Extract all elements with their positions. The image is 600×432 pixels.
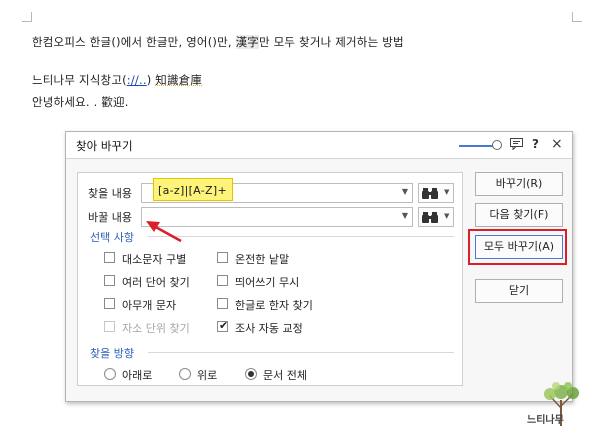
watermark-text: 느티나무 xyxy=(527,415,564,426)
annotation-arrow-icon xyxy=(146,221,182,243)
